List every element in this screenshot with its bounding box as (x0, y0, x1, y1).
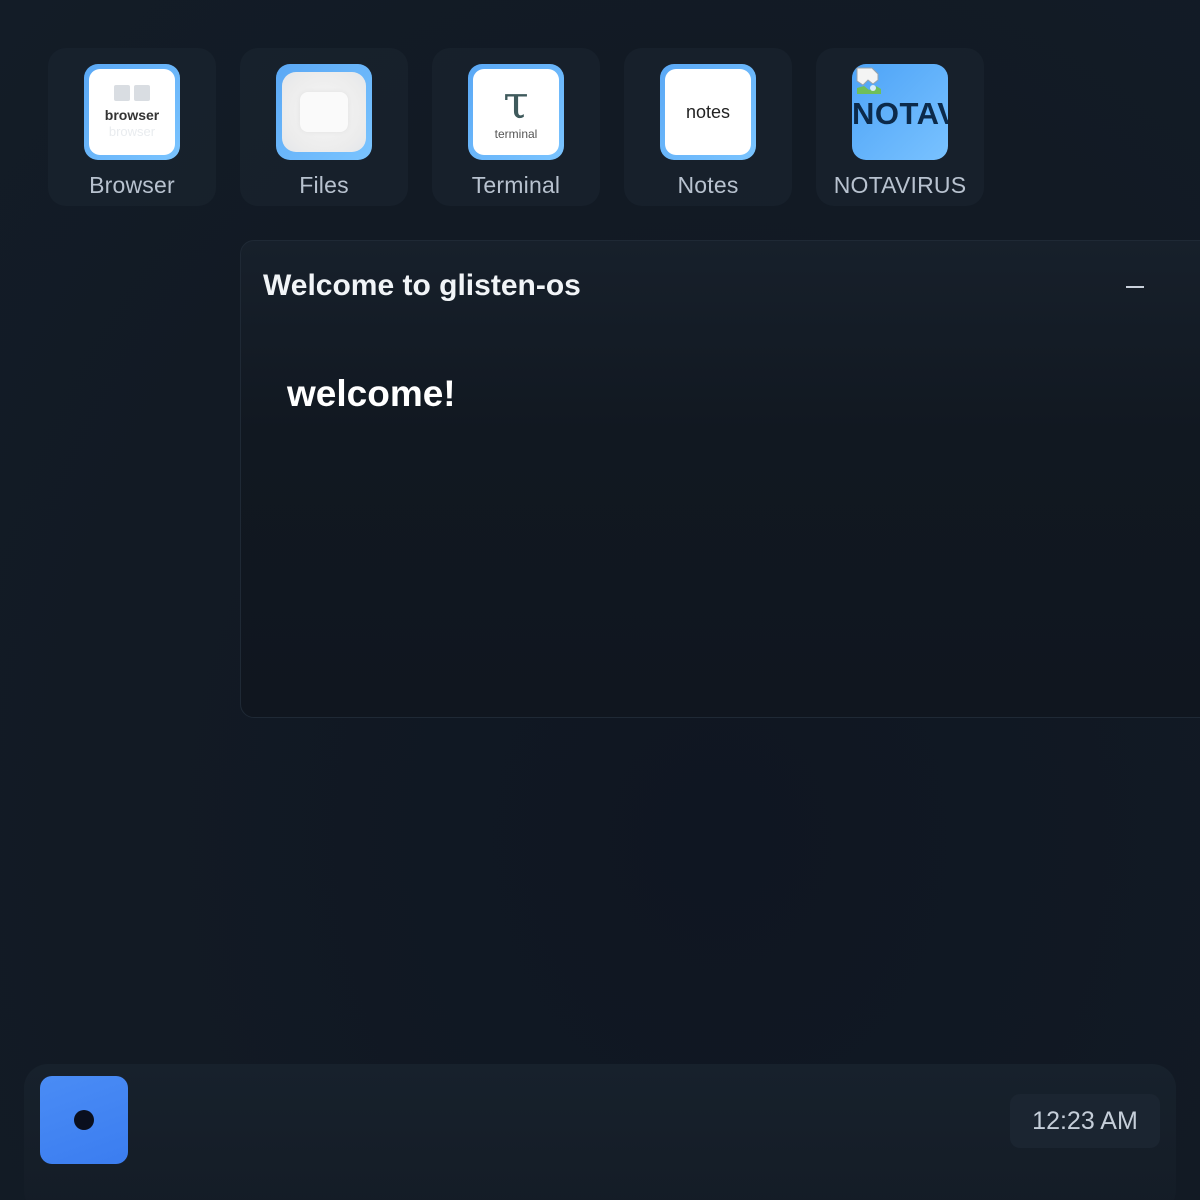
browser-icon: browser browser (89, 69, 175, 155)
notes-icon: notes (665, 69, 751, 155)
notavirus-tile-text: NOTAV (852, 96, 948, 131)
start-dot-icon (74, 1110, 94, 1130)
window-body-text: welcome! (287, 373, 456, 414)
welcome-window[interactable]: Welcome to glisten-os welcome! (240, 240, 1200, 718)
desktop-icon-notes[interactable]: notes Notes (624, 48, 792, 206)
desktop-icon-browser[interactable]: browser browser Browser (48, 48, 216, 206)
minimize-button[interactable] (1115, 267, 1155, 307)
desktop: browser browser Browser Files τ terminal (0, 0, 1200, 1200)
folder-shape (300, 92, 348, 132)
browser-squares-graphic (114, 85, 150, 101)
terminal-app-tile[interactable]: τ terminal (468, 64, 564, 160)
desktop-icon-files[interactable]: Files (240, 48, 408, 206)
browser-app-tile[interactable]: browser browser (84, 64, 180, 160)
desktop-icon-terminal[interactable]: τ terminal Terminal (432, 48, 600, 206)
notavirus-app-tile[interactable]: NOTAV (852, 64, 948, 160)
desktop-icon-label-files: Files (299, 172, 349, 198)
taskbar-clock[interactable]: 12:23 AM (1010, 1094, 1160, 1148)
browser-tile-subtext: browser (108, 124, 156, 139)
desktop-icon-notavirus[interactable]: NOTAV NOTAVIRUS (816, 48, 984, 206)
terminal-tile-text: terminal (494, 127, 538, 141)
notes-app-tile[interactable]: notes (660, 64, 756, 160)
notes-tile-text: notes (685, 101, 731, 122)
minimize-icon (1126, 286, 1144, 288)
terminal-icon: τ terminal (473, 69, 559, 155)
terminal-glyph: τ (503, 75, 529, 129)
browser-tile-text: browser (104, 107, 160, 123)
files-app-tile[interactable] (276, 64, 372, 160)
broken-image-icon (856, 67, 881, 94)
start-button[interactable] (40, 1076, 128, 1164)
desktop-icon-label-browser: Browser (89, 172, 175, 198)
window-title: Welcome to glisten-os (263, 269, 581, 302)
desktop-icon-label-terminal: Terminal (471, 172, 561, 198)
desktop-icon-label-notavirus: NOTAVIRUS (833, 172, 967, 198)
desktop-icon-label-notes: Notes (677, 172, 739, 198)
taskbar: 12:23 AM (24, 1064, 1176, 1200)
desktop-icon-grid: browser browser Browser Files τ terminal (48, 48, 984, 206)
folder-icon (282, 72, 366, 152)
